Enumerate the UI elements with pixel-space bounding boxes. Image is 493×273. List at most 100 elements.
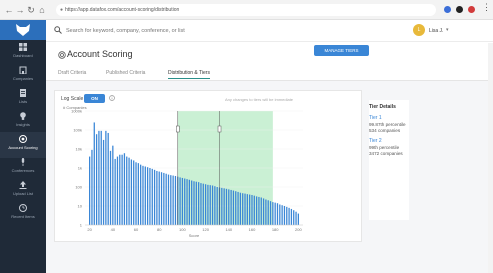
chart-bar xyxy=(140,164,142,225)
chart-bar xyxy=(91,149,93,225)
chart-bar xyxy=(288,207,290,225)
tier-details: Tier Details Tier 1 99.87th percentile 5… xyxy=(369,100,409,220)
chart-bar xyxy=(146,167,149,225)
chart-bar xyxy=(121,154,123,225)
y-tick-label: 1k xyxy=(78,166,82,171)
chart-bar xyxy=(279,204,281,225)
search-input[interactable] xyxy=(66,24,326,38)
chart-bar xyxy=(202,183,204,225)
chart-bar xyxy=(128,157,130,225)
chart-bar xyxy=(93,122,95,225)
chart-bar xyxy=(221,187,223,225)
chart-bar xyxy=(133,160,135,225)
chart-bar xyxy=(181,177,184,225)
chart-bar xyxy=(216,187,218,225)
chart-bar xyxy=(116,156,119,225)
chart-bar xyxy=(105,130,107,225)
y-tick-label: 1 xyxy=(80,223,83,228)
chart-bar xyxy=(283,206,286,225)
top-bar: L Lisa J. ▾ xyxy=(46,20,493,42)
chart-bar xyxy=(102,139,105,225)
dashboard-icon xyxy=(19,43,27,51)
browser-menu-icon[interactable]: ⋮ xyxy=(482,2,491,13)
extension-icon[interactable] xyxy=(456,6,463,13)
mic-icon xyxy=(21,158,25,166)
chart-bar xyxy=(89,156,91,225)
y-tick-label: 10k xyxy=(76,147,82,152)
info-icon[interactable] xyxy=(109,95,115,101)
log-scale-label: Log Scale xyxy=(61,96,84,102)
chart-bar xyxy=(158,171,160,225)
chart-bar xyxy=(272,202,274,225)
chart-bar xyxy=(209,185,211,225)
user-name[interactable]: Lisa J. xyxy=(429,28,443,34)
y-tick-label: 1000k xyxy=(71,109,82,114)
chart-bar xyxy=(214,186,216,225)
main-content: Account Scoring Draft Criteria Published… xyxy=(46,43,493,273)
chart-bar xyxy=(237,191,239,225)
tier-1-companies: 534 companies xyxy=(369,128,401,133)
notice-text: Any changes to tiers will be immediate xyxy=(225,97,294,102)
manage-tiers-button[interactable]: MANAGE TIERS xyxy=(314,45,369,56)
log-scale-toggle[interactable]: ON xyxy=(84,94,105,103)
tier-details-title: Tier Details xyxy=(369,104,396,110)
tier-2-link[interactable]: Tier 2 xyxy=(369,138,382,144)
chart-bar xyxy=(246,194,248,225)
avatar[interactable]: L xyxy=(413,24,425,36)
chart-bar xyxy=(253,195,255,225)
chart-bar xyxy=(258,196,260,225)
x-tick-label: 20 xyxy=(87,227,92,232)
extension-icon[interactable] xyxy=(468,6,475,13)
chart-bar xyxy=(163,172,165,225)
reload-icon[interactable]: ↻ xyxy=(26,4,36,16)
chart-bar xyxy=(262,198,265,225)
sidebar: Dashboard Companies Lists Insights Account S… xyxy=(0,20,46,273)
tab-published-criteria[interactable]: Published Criteria xyxy=(106,70,145,76)
tier-marker-handle[interactable] xyxy=(217,125,222,133)
chart-bar xyxy=(286,206,288,225)
chart-bar xyxy=(198,182,200,225)
sidebar-item-recent-items[interactable]: Recent Items xyxy=(0,201,46,227)
chart-bar xyxy=(109,150,112,225)
sidebar-item-label: Dashboard xyxy=(13,53,33,58)
chart-bar xyxy=(114,158,116,225)
back-icon[interactable]: ← xyxy=(4,4,14,16)
chart-bar xyxy=(191,180,193,225)
chart-bar xyxy=(165,173,167,225)
chart-bar xyxy=(269,201,272,225)
clock-icon xyxy=(19,204,27,212)
chart-bar xyxy=(100,130,102,225)
browser-toolbar: ← → ↻ ⌂ ● https://app.datafox.com/account… xyxy=(0,0,493,20)
chart-bar xyxy=(211,185,214,225)
x-tick-label: 80 xyxy=(157,227,162,232)
page-scrollbar[interactable] xyxy=(488,43,493,273)
tier-marker-handle[interactable] xyxy=(176,125,180,133)
chart-bar xyxy=(160,172,163,225)
forward-icon[interactable]: → xyxy=(15,4,25,16)
chevron-down-icon[interactable]: ▾ xyxy=(446,27,449,33)
chart-bar xyxy=(244,193,246,225)
address-bar[interactable]: ● https://app.datafox.com/account-scoring… xyxy=(56,4,436,16)
tier-1-link[interactable]: Tier 1 xyxy=(369,115,382,121)
x-tick-label: 120 xyxy=(202,227,209,232)
extension-icon[interactable] xyxy=(444,6,451,13)
search-icon[interactable] xyxy=(54,26,62,34)
chart-bar xyxy=(167,174,170,225)
tab-distribution-tiers[interactable]: Distribution & Tiers xyxy=(168,70,210,79)
x-tick-label: 60 xyxy=(134,227,139,232)
chart-bar xyxy=(193,181,195,225)
chart-bar xyxy=(290,208,293,225)
home-icon[interactable]: ⌂ xyxy=(37,4,47,16)
chart-bar xyxy=(200,183,202,225)
chart-bar xyxy=(195,181,197,225)
chart-bar xyxy=(149,168,151,225)
tab-draft-criteria[interactable]: Draft Criteria xyxy=(58,70,86,76)
bulb-icon xyxy=(20,112,26,120)
fox-logo[interactable] xyxy=(0,20,46,40)
chart-bar xyxy=(119,154,121,225)
page-header: Account Scoring Draft Criteria Published… xyxy=(46,43,493,81)
tier-1-percentile: 99.87th percentile xyxy=(369,122,406,127)
chart-bar xyxy=(223,188,225,225)
y-tick-label: 10 xyxy=(78,204,83,209)
chart-bar xyxy=(184,178,186,225)
